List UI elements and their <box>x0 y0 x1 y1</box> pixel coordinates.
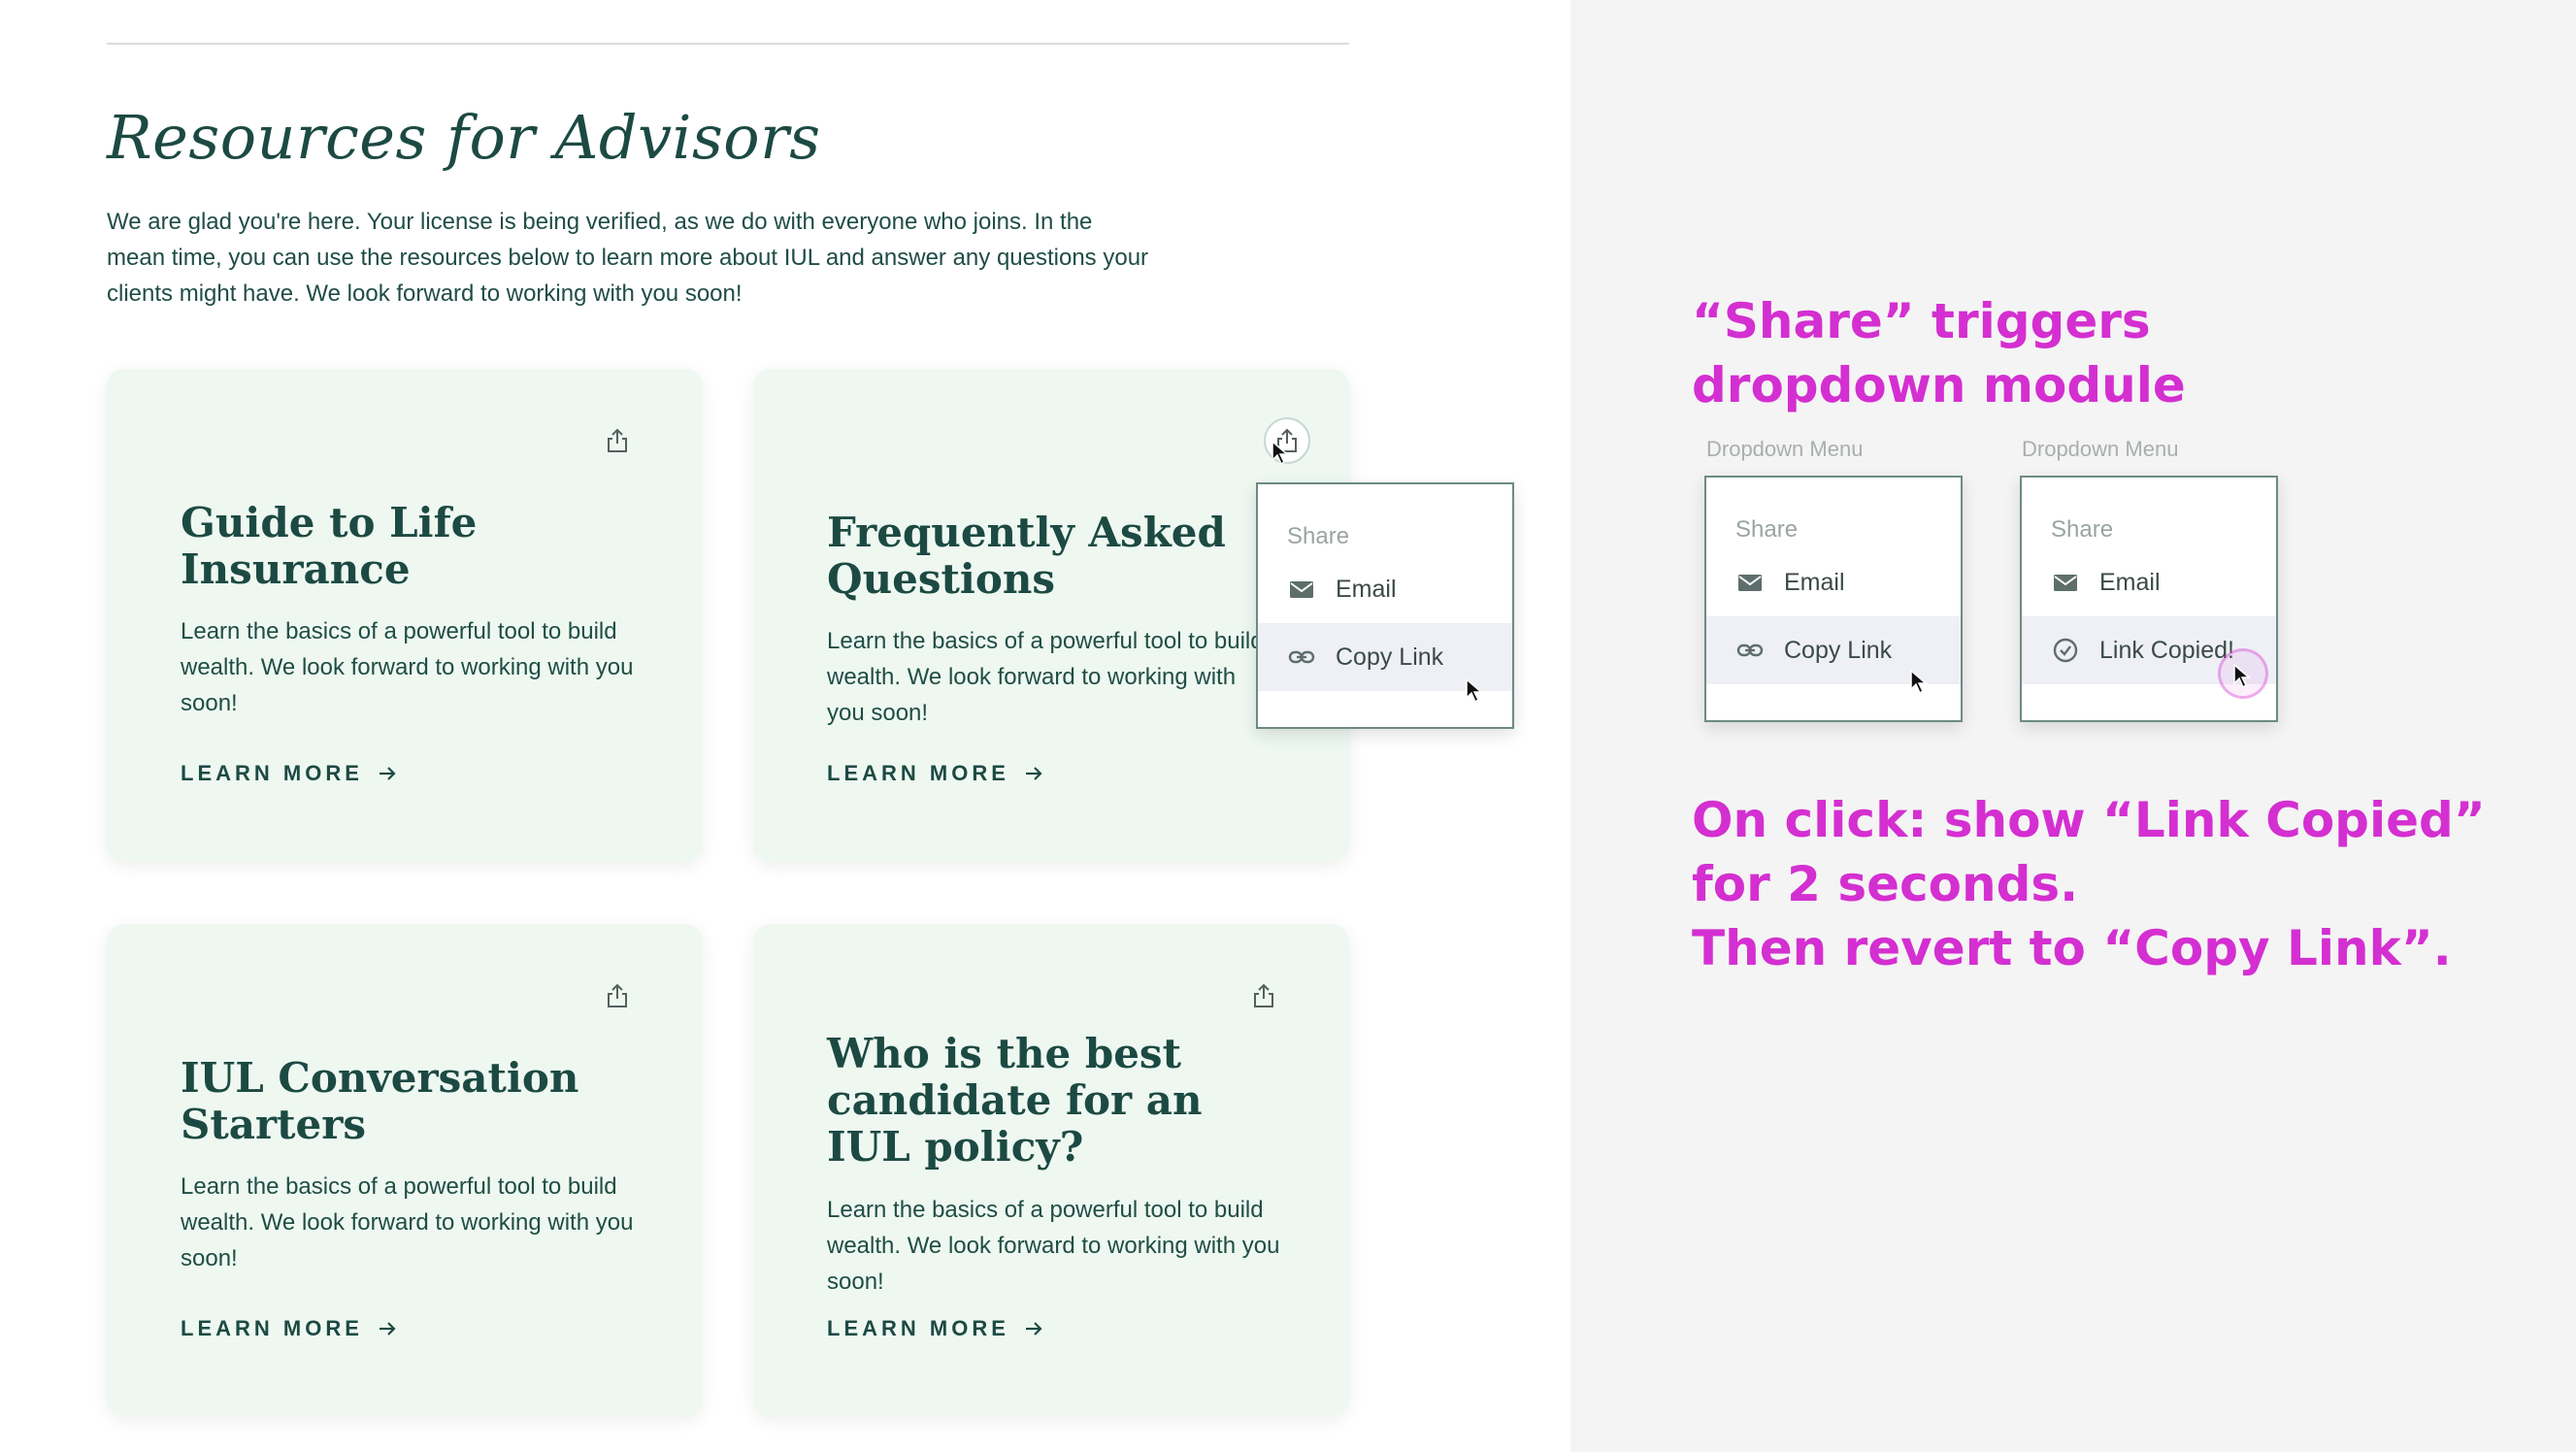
email-label: Email <box>1784 568 1845 596</box>
arrow-right-icon <box>1025 767 1042 780</box>
resource-card: Who is the best candidate for an IUL pol… <box>753 924 1349 1417</box>
learn-more-link[interactable]: LEARN MORE <box>181 761 398 786</box>
dropdown-spec-default: Share Email Copy Link <box>1704 476 1963 722</box>
share-button[interactable] <box>1240 973 1287 1019</box>
mouse-pointer-icon <box>1910 670 1928 695</box>
annotation-panel: “Share” triggers dropdown module Dropdow… <box>1570 0 2576 1452</box>
email-option[interactable]: Email <box>1258 555 1512 623</box>
email-option[interactable]: Email <box>1706 548 1961 616</box>
page-title: Resources for Advisors <box>107 102 821 173</box>
annotation-line: Then revert to “Copy Link”. <box>1692 920 2452 976</box>
card-title: Guide to Life Insurance <box>181 499 478 593</box>
card-description: Learn the basics of a powerful tool to b… <box>827 628 1264 726</box>
learn-more-link[interactable]: LEARN MORE <box>181 1316 398 1341</box>
top-divider <box>107 43 1349 45</box>
check-circle-icon <box>2053 638 2078 663</box>
share-dropdown: Share Email Copy Link <box>1256 482 1514 729</box>
share-icon <box>1254 983 1273 1007</box>
annotation-line: On click: show “Link Copied” <box>1692 792 2486 848</box>
card-title: IUL Conversation Starters <box>181 1054 579 1148</box>
card-title: Who is the best candidate for an IUL pol… <box>827 1030 1203 1171</box>
resource-card: Guide to Life Insurance Learn the basics… <box>107 369 703 862</box>
email-option[interactable]: Email <box>2022 548 2276 616</box>
dropdown-spec-copied: Share Email Link Copied! <box>2020 476 2278 722</box>
share-button[interactable] <box>594 973 641 1019</box>
email-label: Email <box>1336 575 1397 603</box>
resources-page: Resources for Advisors We are glad you'r… <box>0 0 1570 1452</box>
card-description: Learn the basics of a powerful tool to b… <box>827 1197 1280 1295</box>
page-intro: We are glad you're here. Your license is… <box>107 209 1149 307</box>
learn-more-link[interactable]: LEARN MORE <box>827 761 1044 786</box>
arrow-right-icon <box>379 1322 396 1336</box>
learn-more-label: LEARN MORE <box>181 761 363 785</box>
card-title: Frequently Asked Questions <box>827 509 1226 603</box>
dropdown-header: Share <box>2051 516 2114 543</box>
mouse-pointer-icon <box>1466 678 1483 704</box>
learn-more-link[interactable]: LEARN MORE <box>827 1316 1044 1341</box>
copy-link-label: Copy Link <box>1336 643 1444 671</box>
arrow-right-icon <box>379 767 396 780</box>
dropdown-header: Share <box>1735 516 1799 543</box>
link-copied-label: Link Copied! <box>2099 636 2234 664</box>
card-description: Learn the basics of a powerful tool to b… <box>181 1173 634 1271</box>
link-icon <box>1288 650 1315 664</box>
email-label: Email <box>2099 568 2161 596</box>
mail-icon <box>1290 581 1313 598</box>
learn-more-label: LEARN MORE <box>827 1316 1009 1340</box>
dropdown-header: Share <box>1287 523 1350 549</box>
state-caption-default: Dropdown Menu <box>1706 437 1864 461</box>
annotation-line: for 2 seconds. <box>1692 856 2079 912</box>
state-caption-copied: Dropdown Menu <box>2022 437 2179 461</box>
link-icon <box>1736 644 1764 657</box>
mouse-pointer-icon <box>2233 664 2251 689</box>
arrow-right-icon <box>1025 1322 1042 1336</box>
learn-more-label: LEARN MORE <box>827 761 1009 785</box>
annotation-share-trigger: “Share” triggers dropdown module <box>1692 293 2186 413</box>
mail-icon <box>1738 575 1762 591</box>
mail-icon <box>2054 575 2077 591</box>
annotation-click-behavior: On click: show “Link Copied” for 2 secon… <box>1692 788 2526 980</box>
resource-card: IUL Conversation Starters Learn the basi… <box>107 924 703 1417</box>
learn-more-label: LEARN MORE <box>181 1316 363 1340</box>
share-icon <box>608 428 627 452</box>
copy-link-label: Copy Link <box>1784 636 1893 664</box>
card-description: Learn the basics of a powerful tool to b… <box>181 618 634 716</box>
share-button[interactable] <box>594 417 641 464</box>
mouse-pointer-icon <box>1271 441 1289 466</box>
share-icon <box>608 983 627 1007</box>
